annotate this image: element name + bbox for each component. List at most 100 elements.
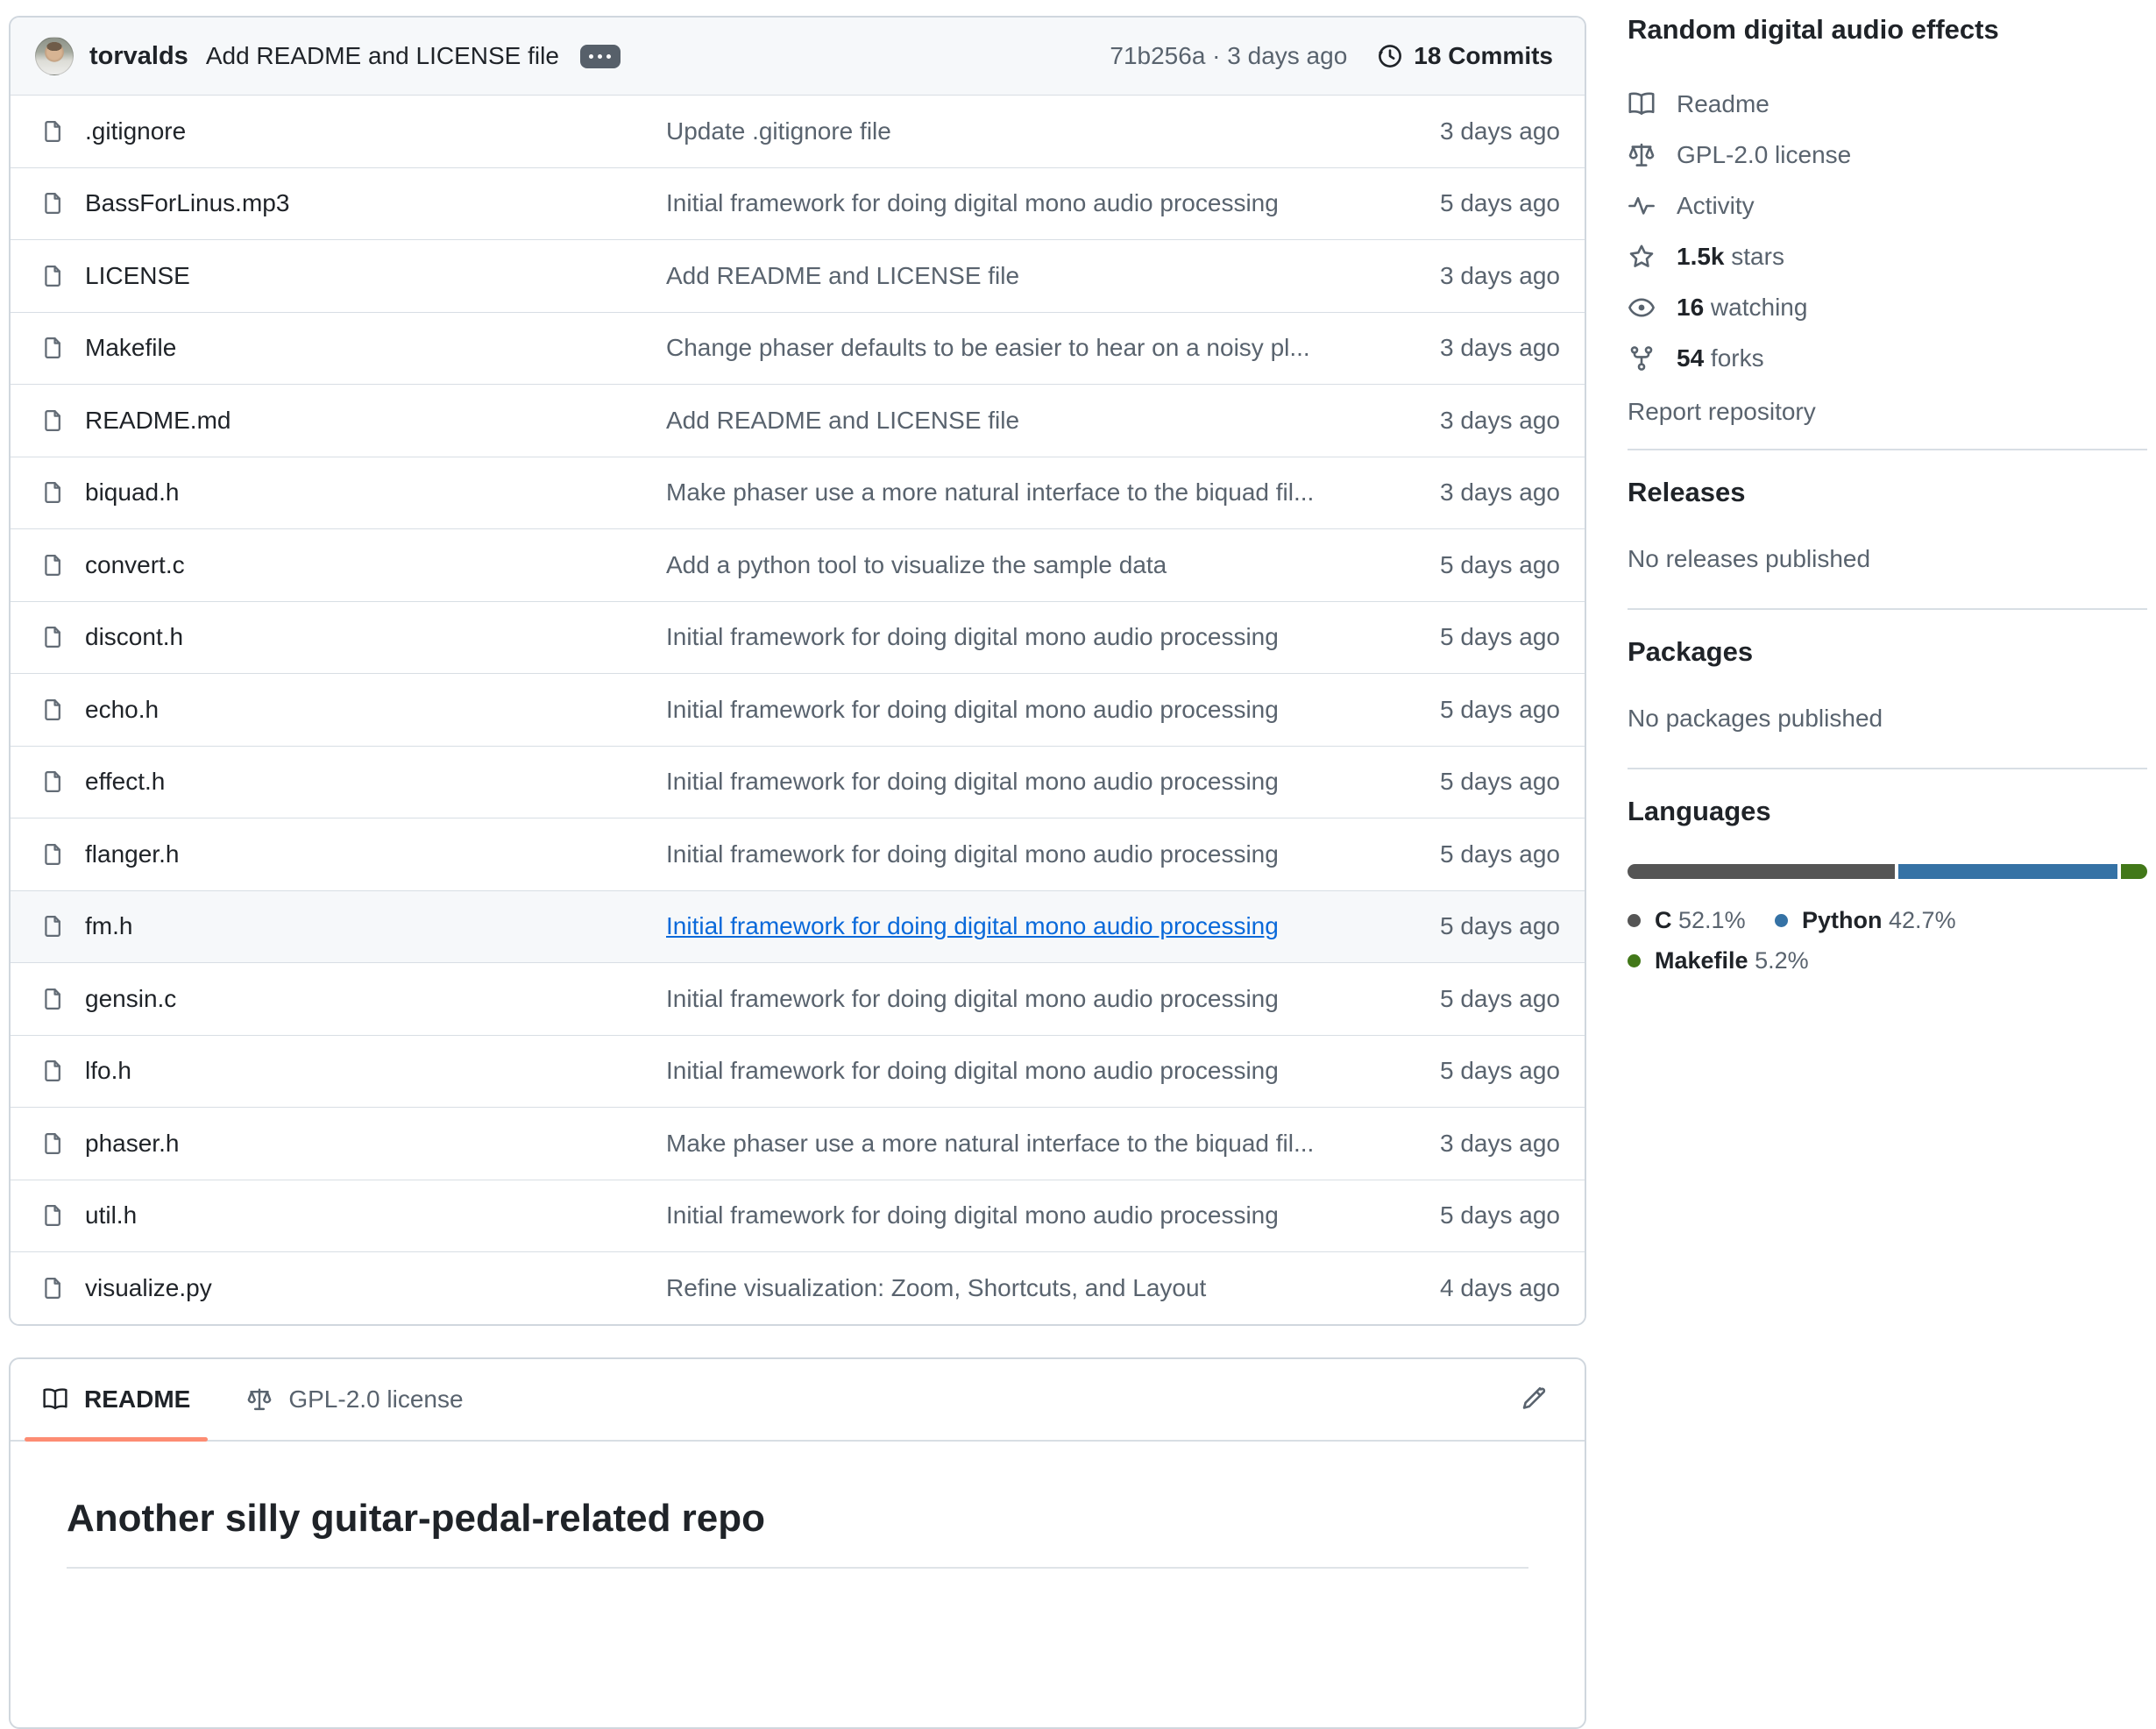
readme-content: Another silly guitar-pedal-related repo [11, 1442, 1585, 1569]
file-name-cell: effect.h [11, 768, 666, 796]
table-row: biquad.h Make phaser use a more natural … [11, 457, 1585, 529]
file-name[interactable]: gensin.c [85, 985, 176, 1013]
table-row: gensin.c Initial framework for doing dig… [11, 962, 1585, 1035]
packages-empty-text: No packages published [1628, 705, 2147, 733]
file-updated: 5 days ago [1365, 768, 1585, 796]
tab-gpl-2-0-license[interactable]: GPL-2.0 license [229, 1359, 480, 1440]
table-row: BassForLinus.mp3 Initial framework for d… [11, 167, 1585, 240]
file-commit-message[interactable]: Initial framework for doing digital mono… [666, 623, 1279, 650]
sidebar-item-stars[interactable]: 1.5k stars [1628, 231, 2147, 282]
file-name[interactable]: effect.h [85, 768, 165, 796]
file-name[interactable]: echo.h [85, 696, 159, 724]
language-item-c[interactable]: C 52.1% [1628, 900, 1775, 940]
file-name[interactable]: visualize.py [85, 1274, 212, 1302]
table-row: visualize.py Refine visualization: Zoom,… [11, 1251, 1585, 1324]
file-commit-message[interactable]: Initial framework for doing digital mono… [666, 1201, 1279, 1229]
table-row: Makefile Change phaser defaults to be ea… [11, 312, 1585, 385]
file-commit-message[interactable]: Initial framework for doing digital mono… [666, 768, 1279, 795]
file-name-cell: gensin.c [11, 985, 666, 1013]
file-name[interactable]: phaser.h [85, 1130, 179, 1158]
file-commit-message[interactable]: Change phaser defaults to be easier to h… [666, 334, 1310, 361]
language-item-python[interactable]: Python 42.7% [1775, 900, 1956, 940]
file-name-cell: biquad.h [11, 478, 666, 507]
sidebar-item-label: 1.5k stars [1677, 243, 1784, 271]
language-label: Python 42.7% [1802, 907, 1956, 934]
file-commit-message[interactable]: Add a python tool to visualize the sampl… [666, 551, 1167, 578]
report-repository-link[interactable]: Report repository [1628, 398, 2147, 426]
file-name-cell: visualize.py [11, 1274, 666, 1302]
tab-readme[interactable]: README [25, 1359, 208, 1440]
language-dot-icon [1628, 954, 1641, 967]
sidebar-item-watching[interactable]: 16 watching [1628, 282, 2147, 333]
sidebar-item-readme[interactable]: Readme [1628, 79, 2147, 130]
file-icon [41, 553, 66, 578]
file-commit-message[interactable]: Initial framework for doing digital mono… [666, 985, 1279, 1012]
file-name-cell: convert.c [11, 551, 666, 579]
heading-rule [67, 1567, 1528, 1569]
sidebar-item-gpl-2-0-license[interactable]: GPL-2.0 license [1628, 130, 2147, 181]
file-name-cell: fm.h [11, 912, 666, 940]
commits-link[interactable]: 18 Commits [1377, 42, 1553, 70]
sidebar-divider [1628, 608, 2147, 610]
file-updated: 5 days ago [1365, 623, 1585, 651]
file-icon [41, 191, 66, 216]
latest-commit-bar: torvalds Add README and LICENSE file 71b… [11, 18, 1585, 95]
file-commit-message[interactable]: Initial framework for doing digital mono… [666, 189, 1279, 216]
file-commit-message[interactable]: Make phaser use a more natural interface… [666, 478, 1314, 506]
table-row: util.h Initial framework for doing digit… [11, 1180, 1585, 1252]
commit-author-link[interactable]: torvalds [89, 42, 188, 71]
avatar[interactable] [35, 37, 74, 75]
file-name-cell: discont.h [11, 623, 666, 651]
file-name[interactable]: util.h [85, 1201, 137, 1229]
table-row: .gitignore Update .gitignore file 3 days… [11, 95, 1585, 167]
sidebar-item-label: Activity [1677, 192, 1755, 220]
repo-description: Random digital audio effects [1628, 14, 2147, 46]
language-item-makefile[interactable]: Makefile 5.2% [1628, 940, 1809, 981]
file-commit-message[interactable]: Initial framework for doing digital mono… [666, 840, 1279, 868]
file-updated: 5 days ago [1365, 985, 1585, 1013]
file-commit-message[interactable]: Initial framework for doing digital mono… [666, 696, 1279, 723]
file-name[interactable]: biquad.h [85, 478, 179, 507]
file-name[interactable]: discont.h [85, 623, 183, 651]
file-name[interactable]: convert.c [85, 551, 185, 579]
file-updated: 3 days ago [1365, 117, 1585, 145]
language-label: C 52.1% [1655, 907, 1746, 934]
languages-bar[interactable] [1628, 864, 2147, 879]
file-commit-message[interactable]: Add README and LICENSE file [666, 262, 1019, 289]
commit-ellipsis-button[interactable] [580, 45, 621, 68]
file-updated: 3 days ago [1365, 262, 1585, 290]
file-name-cell: phaser.h [11, 1130, 666, 1158]
file-name[interactable]: Makefile [85, 334, 176, 362]
law-icon [246, 1386, 273, 1413]
file-name-cell: Makefile [11, 334, 666, 362]
commit-message-link[interactable]: Add README and LICENSE file [206, 42, 559, 70]
file-name[interactable]: flanger.h [85, 840, 179, 868]
file-name[interactable]: .gitignore [85, 117, 186, 145]
commit-hash-and-date[interactable]: 71b256a · 3 days ago [1110, 42, 1347, 70]
file-commit-message[interactable]: Update .gitignore file [666, 117, 891, 145]
table-row: lfo.h Initial framework for doing digita… [11, 1035, 1585, 1108]
packages-heading[interactable]: Packages [1628, 636, 2147, 668]
repo-main-column: torvalds Add README and LICENSE file 71b… [9, 16, 1586, 1729]
file-name[interactable]: BassForLinus.mp3 [85, 189, 289, 217]
fork-icon [1628, 344, 1656, 372]
sidebar-item-forks[interactable]: 54 forks [1628, 333, 2147, 384]
languages-heading: Languages [1628, 796, 2147, 827]
file-commit-message[interactable]: Refine visualization: Zoom, Shortcuts, a… [666, 1274, 1206, 1301]
file-name-cell: .gitignore [11, 117, 666, 145]
file-commit-message[interactable]: Initial framework for doing digital mono… [666, 912, 1279, 939]
file-commit-message[interactable]: Make phaser use a more natural interface… [666, 1130, 1314, 1157]
file-name[interactable]: lfo.h [85, 1057, 131, 1085]
file-updated: 5 days ago [1365, 912, 1585, 940]
sidebar-item-activity[interactable]: Activity [1628, 181, 2147, 231]
releases-heading[interactable]: Releases [1628, 477, 2147, 508]
edit-readme-pencil-icon[interactable] [1520, 1386, 1546, 1413]
file-updated: 3 days ago [1365, 478, 1585, 507]
file-name[interactable]: README.md [85, 407, 230, 435]
file-name[interactable]: fm.h [85, 912, 132, 940]
file-commit-message[interactable]: Initial framework for doing digital mono… [666, 1057, 1279, 1084]
file-commit-message[interactable]: Add README and LICENSE file [666, 407, 1019, 434]
star-icon [1628, 243, 1656, 271]
language-label: Makefile 5.2% [1655, 947, 1809, 974]
file-name[interactable]: LICENSE [85, 262, 190, 290]
